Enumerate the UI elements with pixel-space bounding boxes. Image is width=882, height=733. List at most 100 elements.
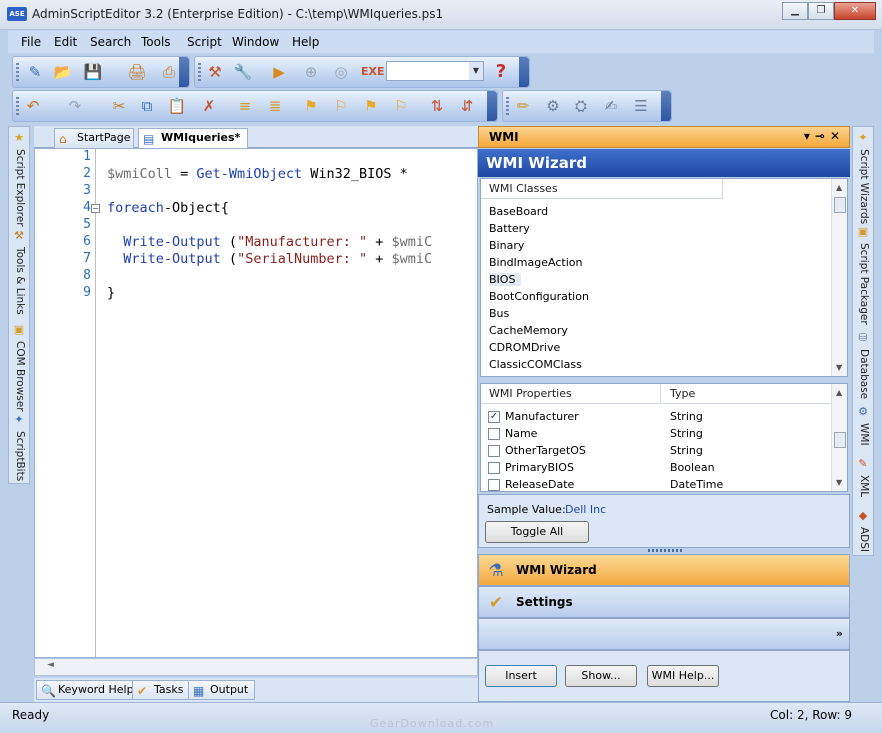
close-icon[interactable]: ✕ bbox=[830, 129, 845, 143]
outdent-icon[interactable]: ≣ bbox=[265, 96, 285, 116]
code-line[interactable]: } bbox=[107, 285, 115, 301]
scroll-left-icon[interactable]: ◄ bbox=[47, 660, 54, 670]
wmi-class-item[interactable]: CDROMDrive bbox=[489, 341, 560, 354]
tab-wmiqueries[interactable]: ▤ WMIqueries* bbox=[138, 128, 248, 148]
side-tab-script-wizards[interactable]: ✦ Script Wizards bbox=[853, 129, 873, 224]
wmi-properties-list[interactable]: WMI Properties Type ✓ Manufacturer String N… bbox=[480, 383, 848, 492]
toolbar-combo-box[interactable]: ▼ bbox=[386, 61, 484, 81]
menu-edit[interactable]: Edit bbox=[54, 35, 77, 49]
wmi-properties-header[interactable]: WMI Properties bbox=[481, 384, 661, 404]
wmi-class-item[interactable]: Bus bbox=[489, 307, 509, 320]
wmi-class-item[interactable]: ClassicCOMClass bbox=[489, 358, 582, 371]
toolbar-grip[interactable] bbox=[506, 97, 509, 117]
stop-icon[interactable]: ◎ bbox=[331, 62, 351, 82]
side-tab-com-browser[interactable]: ▣ COM Browser bbox=[9, 321, 29, 412]
wmi-classes-list[interactable]: WMI Classes BaseBoard Battery Binary BindIm… bbox=[480, 178, 848, 377]
checkbox[interactable] bbox=[488, 462, 500, 474]
sort-ascending-icon[interactable]: ⇅ bbox=[427, 96, 447, 116]
scroll-down-icon[interactable]: ▼ bbox=[836, 478, 842, 487]
toolbar-grip[interactable] bbox=[16, 97, 19, 117]
collapse-block-icon[interactable]: − bbox=[91, 204, 100, 213]
chevron-down-icon[interactable]: ▾ bbox=[804, 129, 815, 143]
wmi-property-name[interactable]: Name bbox=[505, 427, 537, 440]
code-line[interactable]: Write-Output ("Manufacturer: " + $wmiC bbox=[107, 234, 432, 250]
previous-bookmark-icon[interactable]: ⚑ bbox=[361, 96, 381, 116]
paste-icon[interactable]: 📋 bbox=[167, 96, 187, 116]
checkbox[interactable] bbox=[488, 428, 500, 440]
wmi-class-item[interactable]: BindImageAction bbox=[489, 256, 582, 269]
nav-settings[interactable]: ✔ Settings bbox=[478, 586, 850, 618]
menu-help[interactable]: Help bbox=[292, 35, 319, 49]
minimize-button[interactable]: ▁ bbox=[782, 2, 808, 20]
wmi-classes-header[interactable]: WMI Classes bbox=[481, 179, 723, 199]
bookmark-icon[interactable]: ⚑ bbox=[301, 96, 321, 116]
menu-file[interactable]: File bbox=[21, 35, 41, 49]
properties-vertical-scrollbar[interactable]: ▲ ▼ bbox=[831, 384, 847, 491]
menu-script[interactable]: Script bbox=[187, 35, 222, 49]
side-tab-wmi[interactable]: ⚙ WMI bbox=[853, 403, 873, 453]
next-bookmark-icon[interactable]: ⚐ bbox=[331, 96, 351, 116]
code-line[interactable]: foreach-Object{ bbox=[107, 200, 229, 216]
wmi-property-name[interactable]: PrimaryBIOS bbox=[505, 461, 574, 474]
toolbar-overflow-button[interactable] bbox=[179, 57, 189, 87]
close-button[interactable]: ✕ bbox=[834, 2, 876, 20]
delete-icon[interactable]: ✗ bbox=[199, 96, 219, 116]
wmi-class-item[interactable]: BaseBoard bbox=[489, 205, 548, 218]
tab-keyword-help[interactable]: 🔍 Keyword Help bbox=[36, 680, 141, 700]
wmi-property-name[interactable]: Manufacturer bbox=[505, 410, 579, 423]
side-tab-tools-links[interactable]: ⚒ Tools & Links bbox=[9, 227, 29, 319]
wmi-class-item[interactable]: CacheMemory bbox=[489, 324, 568, 337]
open-folder-icon[interactable]: 📂 bbox=[53, 62, 73, 82]
wmi-class-item[interactable]: Binary bbox=[489, 239, 524, 252]
print-icon[interactable]: 🖨 bbox=[127, 62, 147, 82]
side-tab-adsi[interactable]: ◆ ADSI bbox=[853, 507, 873, 555]
wizard-icon[interactable]: ⚙ bbox=[543, 96, 563, 116]
menu-search[interactable]: Search bbox=[90, 35, 131, 49]
horizontal-scrollbar[interactable]: ◄ bbox=[34, 658, 478, 676]
code-line[interactable]: Write-Output ("SerialNumber: " + $wmiC bbox=[107, 251, 432, 267]
checkbox[interactable] bbox=[488, 445, 500, 457]
redo-icon[interactable]: ↷ bbox=[65, 96, 85, 116]
side-tab-scriptbits[interactable]: ✦ ScriptBits bbox=[9, 411, 29, 483]
scroll-down-icon[interactable]: ▼ bbox=[836, 363, 842, 372]
print-preview-icon[interactable]: ⎙ bbox=[159, 62, 179, 82]
insert-button[interactable]: Insert bbox=[485, 665, 557, 687]
wmi-help-button[interactable]: WMI Help... bbox=[647, 665, 719, 687]
scroll-up-icon[interactable]: ▲ bbox=[836, 388, 842, 397]
run-script-icon[interactable]: ▶ bbox=[269, 62, 289, 82]
add-breakpoint-icon[interactable]: ⊕ bbox=[301, 62, 321, 82]
tab-output[interactable]: ▦ Output bbox=[188, 680, 256, 700]
tools-icon[interactable]: 🔧 bbox=[233, 62, 253, 82]
menu-tools[interactable]: Tools bbox=[141, 35, 171, 49]
type-header[interactable]: Type bbox=[662, 384, 832, 404]
cut-icon[interactable]: ✂ bbox=[109, 96, 129, 116]
wmi-class-item[interactable]: Battery bbox=[489, 222, 530, 235]
side-tab-script-explorer[interactable]: ★ Script Explorer bbox=[9, 129, 29, 227]
toolbar-overflow-button[interactable] bbox=[661, 91, 671, 121]
wmi-class-item[interactable]: BIOS bbox=[489, 273, 522, 286]
checked-checkbox[interactable]: ✓ bbox=[488, 411, 500, 423]
code-editor[interactable]: 1 2 3 4 5 6 7 8 9 − $wmiColl = Get-WmiOb… bbox=[34, 148, 478, 658]
side-tab-database[interactable]: ⛁ Database bbox=[853, 329, 873, 401]
scrollbar-thumb[interactable] bbox=[834, 197, 846, 213]
scroll-up-icon[interactable]: ▲ bbox=[836, 183, 842, 192]
package-icon[interactable]: ⛭ bbox=[571, 96, 591, 116]
toolbar-overflow-button[interactable] bbox=[519, 57, 529, 87]
classes-vertical-scrollbar[interactable]: ▲ ▼ bbox=[831, 179, 847, 376]
sort-descending-icon[interactable]: ⇵ bbox=[457, 96, 477, 116]
save-icon[interactable]: 💾 bbox=[83, 62, 103, 82]
nav-wmi-wizard[interactable]: ⚗ WMI Wizard bbox=[478, 554, 850, 586]
sign-script-icon[interactable]: ✍ bbox=[601, 96, 621, 116]
toolbar-grip[interactable] bbox=[198, 63, 201, 83]
show-button[interactable]: Show... bbox=[565, 665, 637, 687]
menu-window[interactable]: Window bbox=[232, 35, 279, 49]
pin-icon[interactable]: ⊸ bbox=[815, 129, 830, 143]
snippet-icon[interactable]: ✏ bbox=[513, 96, 533, 116]
splitter-grip[interactable] bbox=[648, 549, 684, 552]
scrollbar-thumb[interactable] bbox=[834, 432, 846, 448]
clear-bookmarks-icon[interactable]: ⚐ bbox=[391, 96, 411, 116]
debug-icon[interactable]: ⚒ bbox=[205, 62, 225, 82]
build-exe-icon[interactable]: EXE bbox=[361, 62, 385, 82]
help-icon[interactable]: ? bbox=[491, 62, 511, 82]
chevron-double-down-icon[interactable]: » bbox=[836, 627, 843, 640]
